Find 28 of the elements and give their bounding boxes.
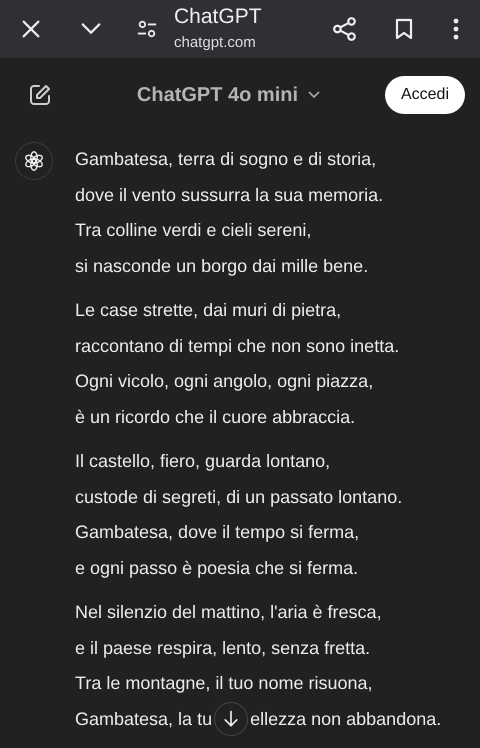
close-icon[interactable] xyxy=(20,18,42,40)
login-button[interactable]: Accedi xyxy=(384,76,465,114)
poem-line: si nasconde un borgo dai mille bene. xyxy=(75,254,370,278)
poem-line: Le case strette, dai muri di pietra, xyxy=(75,299,342,322)
chevron-down-icon xyxy=(308,91,320,99)
poem-line: Tra le montagne, il tuo nome risuona, xyxy=(75,672,374,695)
scroll-down-button[interactable] xyxy=(214,702,248,736)
poem-line: Il castello, fiero, guarda lontano, xyxy=(75,450,332,473)
edit-icon[interactable] xyxy=(28,83,52,107)
url-text[interactable]: chatgpt.com xyxy=(174,33,332,53)
poem-line: dove il vento sussurra la sua memoria. xyxy=(75,184,384,206)
poem-line: Gambatesa, terra di sogno e di storia, xyxy=(75,148,378,171)
poem-line: raccontano di tempi che non sono inetta. xyxy=(75,334,400,358)
share-icon[interactable] xyxy=(332,16,358,42)
poem-line: Ogni vicolo, ogni angolo, ogni piazza, xyxy=(75,370,374,393)
poem-line: Gambatesa, la tu xyxy=(75,708,212,730)
poem-line: Nel silenzio del mattino, l'aria è fresca, xyxy=(75,601,383,624)
poem-line: Tra colline verdi e cieli sereni, xyxy=(75,219,312,242)
poem-line: Gambatesa, dove il tempo si ferma, xyxy=(75,521,360,544)
model-selector[interactable]: ChatGPT 4o mini xyxy=(72,84,385,106)
poem-line: ellezza non abbandona. xyxy=(250,708,442,730)
poem-line: è un ricordo che il cuore abbraccia. xyxy=(75,406,356,428)
settings-icon[interactable] xyxy=(136,18,158,40)
poem-line: e ogni passo è poesia che si ferma. xyxy=(75,556,360,580)
poem-line: custode di segreti, di un passato lontano. xyxy=(75,486,404,509)
poem-line: e il paese respira, lento, senza fretta. xyxy=(75,636,372,660)
more-icon[interactable] xyxy=(452,16,460,42)
page-title: ChatGPT xyxy=(174,5,263,29)
